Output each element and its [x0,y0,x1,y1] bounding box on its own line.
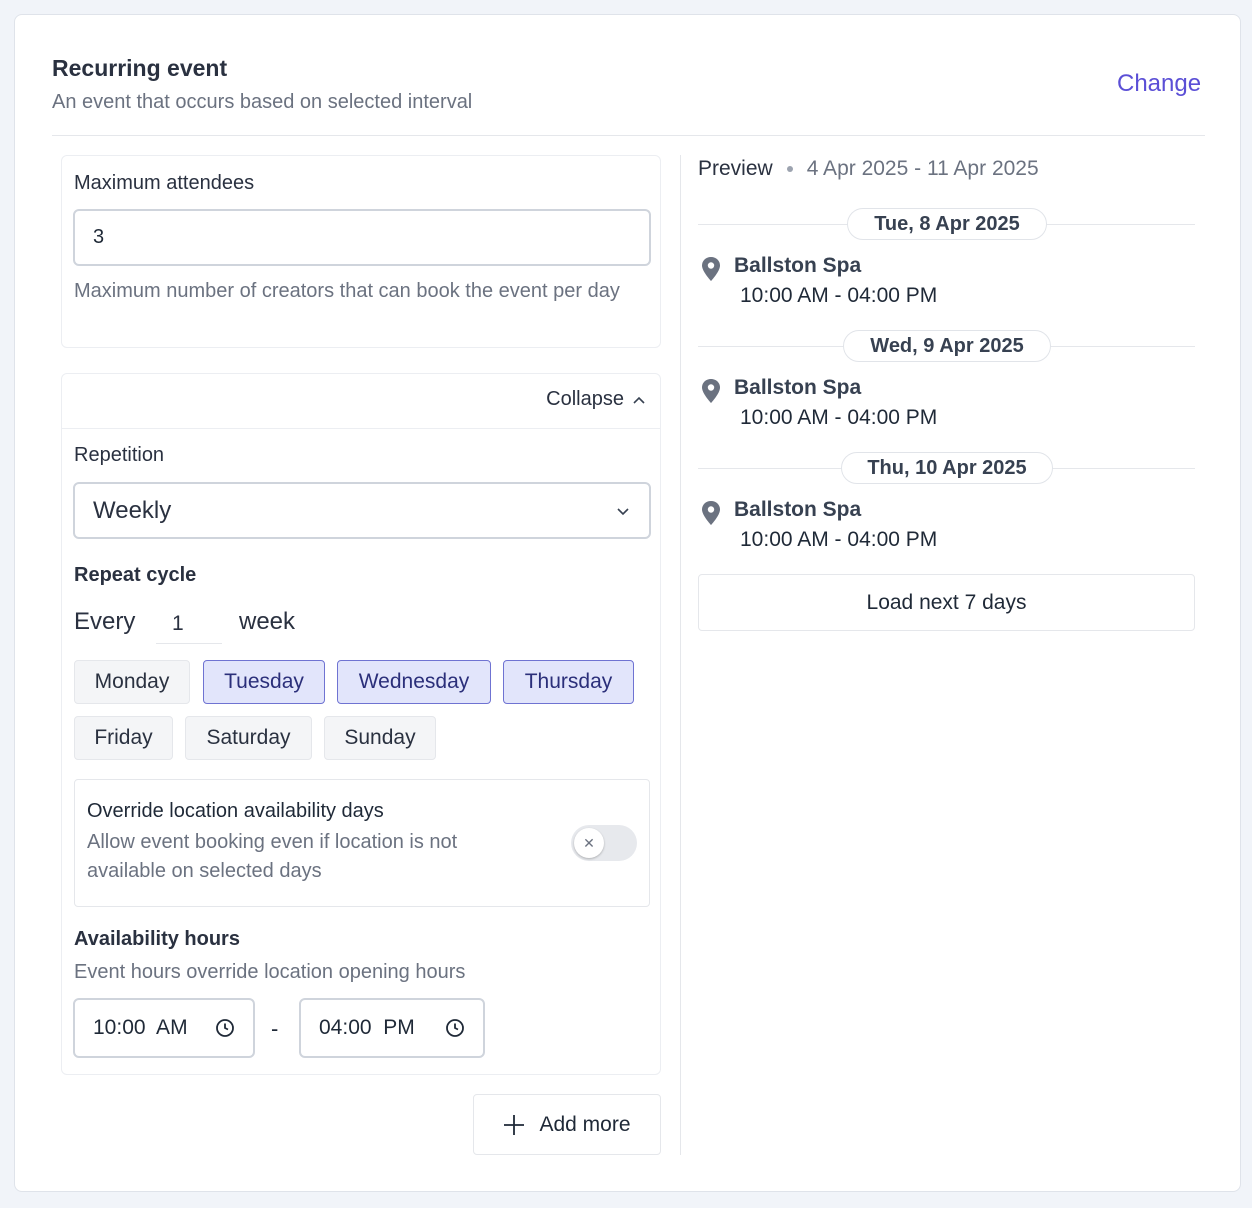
end-time-input[interactable]: 04:00 PM [299,998,485,1058]
clock-icon [216,1019,234,1037]
location-pin-icon [702,379,720,403]
location-pin-icon [702,501,720,525]
preview-time: 10:00 AM - 04:00 PM [740,406,938,429]
repetition-select[interactable]: Weekly [73,482,651,539]
override-title: Override location availability days [87,800,384,822]
recurring-event-card: Recurring event An event that occurs bas… [14,14,1241,1192]
end-time-value: 04:00 PM [319,1016,415,1039]
add-more-button[interactable]: Add more [473,1094,661,1155]
repetition-panel: Collapse Repetition Weekly Repeat cycle … [61,373,661,1075]
day-button-saturday[interactable]: Saturday [185,716,312,760]
cycle-unit: week [239,608,296,635]
close-icon: ✕ [574,828,604,858]
date-pill: Thu, 10 Apr 2025 [841,452,1053,484]
load-next-label: Load next 7 days [866,590,1027,614]
availability-help: Event hours override location opening ho… [74,961,466,983]
load-next-button[interactable]: Load next 7 days [698,574,1195,631]
start-time-input[interactable]: 10:00 AM [73,998,255,1058]
start-time-value: 10:00 AM [93,1016,188,1039]
day-button-sunday[interactable]: Sunday [324,716,436,760]
preview-location: Ballston Spa [734,376,862,399]
panel-header-divider [62,428,660,429]
repetition-value: Weekly [93,496,172,524]
clock-icon [446,1019,464,1037]
column-divider [680,155,681,1155]
override-description: Allow event booking even if location is … [87,831,458,882]
repetition-label: Repetition [74,444,165,466]
override-toggle[interactable]: ✕ [571,825,637,861]
preview-label: Preview [698,157,773,180]
add-more-label: Add more [539,1112,631,1136]
availability-label: Availability hours [74,928,240,950]
preview-time: 10:00 AM - 04:00 PM [740,284,938,307]
collapse-toggle[interactable]: Collapse [546,388,646,411]
day-button-monday[interactable]: Monday [74,660,190,704]
header-divider [52,135,1205,136]
time-separator: - [271,1016,279,1041]
date-pill: Tue, 8 Apr 2025 [847,208,1047,240]
card-subtitle: An event that occurs based on selected i… [52,91,473,113]
repeat-cycle-label: Repeat cycle [74,564,197,586]
attendees-help: Maximum number of creators that can book… [74,280,620,302]
day-button-friday[interactable]: Friday [74,716,173,760]
every-input[interactable]: 1 [156,604,222,644]
change-link[interactable]: Change [1117,70,1201,98]
every-value: 1 [172,611,184,635]
preview-header: Preview 4 Apr 2025 - 11 Apr 2025 [698,157,1039,181]
collapse-label: Collapse [546,388,624,410]
preview-range: 4 Apr 2025 - 11 Apr 2025 [806,157,1039,180]
day-button-tuesday[interactable]: Tuesday [203,660,325,704]
chevron-down-icon [617,507,629,515]
location-pin-icon [702,257,720,281]
every-label: Every [74,608,136,635]
card-title: Recurring event [52,55,228,81]
attendees-section: Maximum attendees 3 Maximum number of cr… [61,155,661,348]
date-pill: Wed, 9 Apr 2025 [843,330,1051,362]
day-button-wednesday[interactable]: Wednesday [337,660,491,704]
attendees-value: 3 [93,226,105,248]
chevron-up-icon [633,396,645,404]
preview-location: Ballston Spa [734,254,862,277]
preview-location: Ballston Spa [734,498,862,521]
day-button-thursday[interactable]: Thursday [503,660,634,704]
override-box: Override location availability days Allo… [74,779,650,907]
plus-icon [504,1114,525,1135]
preview-time: 10:00 AM - 04:00 PM [740,528,938,551]
attendees-label: Maximum attendees [74,172,255,194]
attendees-input[interactable]: 3 [73,209,651,266]
dot-separator [786,166,793,172]
